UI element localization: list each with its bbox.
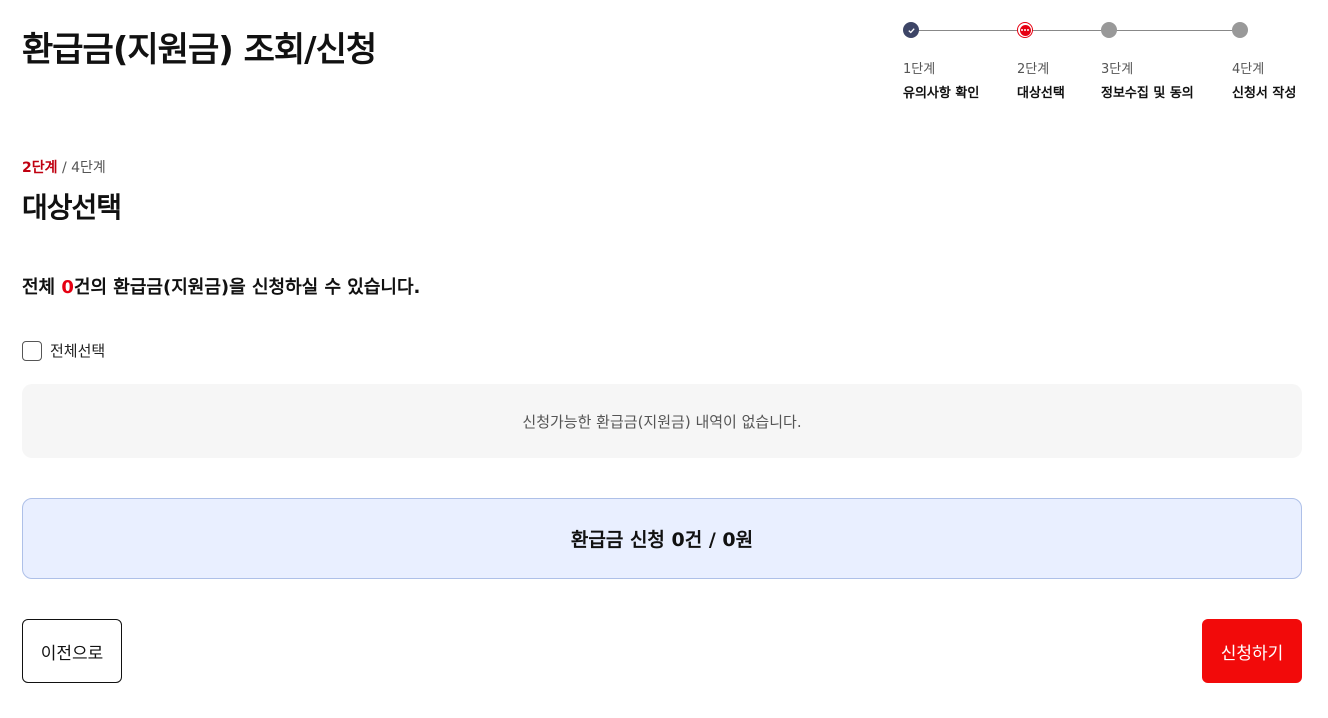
total-steps: 4단계 <box>71 160 106 176</box>
summary-prefix: 전체 <box>22 277 62 298</box>
previous-button[interactable]: 이전으로 <box>22 619 122 683</box>
empty-list-message: 신청가능한 환급금(지원금) 내역이 없습니다. <box>22 384 1302 458</box>
summary-suffix: 건의 환급금(지원금)을 신청하실 수 있습니다. <box>73 277 421 298</box>
step-2-current-icon <box>1017 22 1033 38</box>
step-3-pending-icon <box>1101 22 1117 38</box>
step-3-label: 정보수집 및 동의 <box>1101 86 1194 101</box>
step-1-done-icon <box>903 22 919 38</box>
step-connector <box>1025 30 1109 31</box>
application-total: 환급금 신청 0건 / 0원 <box>22 498 1302 579</box>
select-all-checkbox[interactable]: 전체선택 <box>22 340 105 361</box>
checkbox-box[interactable] <box>22 340 42 361</box>
step-1-label: 유의사항 확인 <box>903 86 980 101</box>
step-1-number: 1단계 <box>903 62 936 77</box>
section-title: 대상선택 <box>22 191 122 224</box>
step-connector <box>911 30 1025 31</box>
step-indicator: 2단계 / 4단계 <box>22 157 106 177</box>
step-2-label: 대상선택 <box>1017 86 1065 101</box>
eligible-count: 0 <box>61 277 74 298</box>
step-3-number: 3단계 <box>1101 62 1134 77</box>
step-4-label: 신청서 작성 <box>1232 86 1297 101</box>
submit-application-button[interactable]: 신청하기 <box>1202 619 1302 683</box>
progress-stepper: 1단계 2단계 3단계 4단계 유의사항 확인 대상선택 정보수집 및 동의 신… <box>903 20 1303 110</box>
current-step: 2단계 <box>22 160 58 176</box>
step-4-number: 4단계 <box>1232 62 1265 77</box>
eligible-summary: 전체 0건의 환급금(지원금)을 신청하실 수 있습니다. <box>22 273 420 299</box>
step-4-pending-icon <box>1232 22 1248 38</box>
step-separator: / <box>57 160 72 176</box>
select-all-label: 전체선택 <box>50 342 106 360</box>
step-2-number: 2단계 <box>1017 62 1050 77</box>
page-title: 환급금(지원금) 조회/신청 <box>22 30 377 70</box>
step-connector <box>1109 30 1240 31</box>
